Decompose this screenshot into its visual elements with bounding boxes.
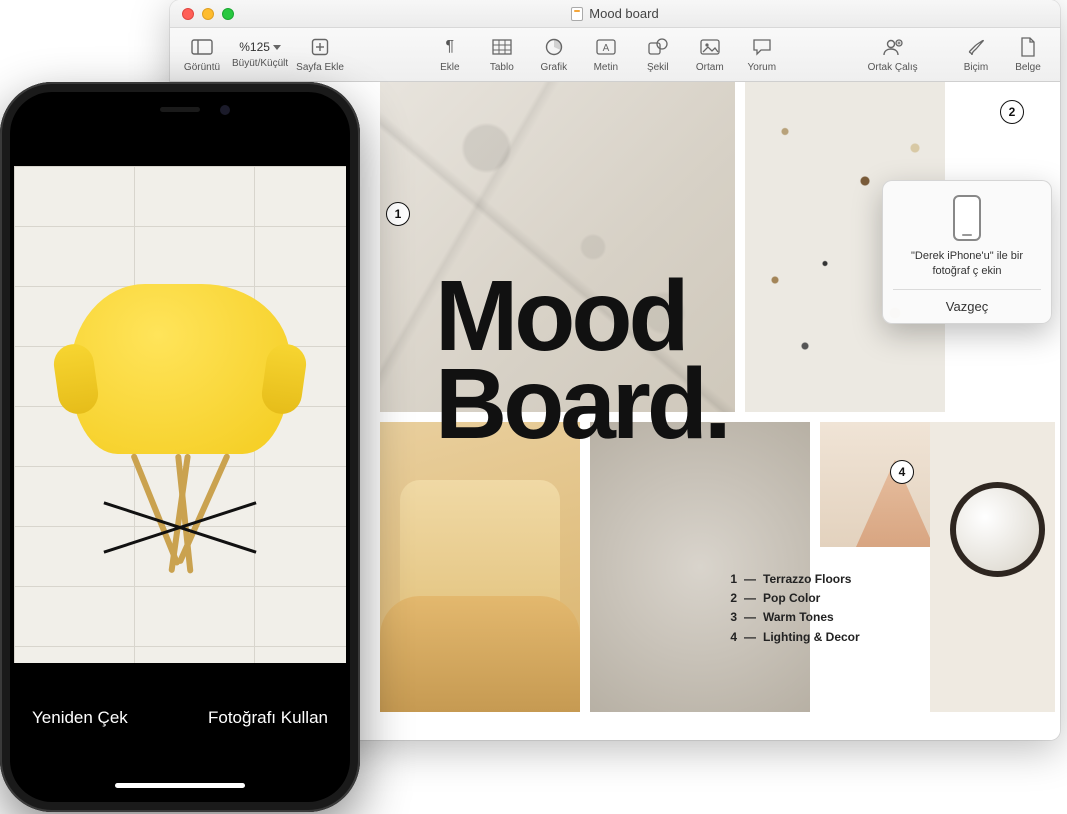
table-button[interactable]: Tablo — [480, 36, 524, 73]
media-button[interactable]: Ortam — [688, 36, 732, 73]
person-add-icon — [882, 36, 904, 58]
text-button[interactable]: A Metin — [584, 36, 628, 73]
comment-icon — [751, 36, 773, 58]
chair-image — [60, 274, 300, 574]
table-label: Tablo — [490, 62, 514, 73]
add-page-button[interactable]: Sayfa Ekle — [296, 36, 344, 73]
brush-icon — [965, 36, 987, 58]
document-icon — [571, 7, 583, 21]
chevron-down-icon — [273, 45, 281, 50]
sidebar-icon — [191, 36, 213, 58]
tile-lamp[interactable] — [820, 422, 940, 547]
toolbar: Görüntü %125 Büyüt/Küçült Sayfa Ekle ¶ E… — [170, 28, 1060, 82]
legend-row: 3—Warm Tones — [725, 608, 860, 627]
callout-badge-1[interactable]: 1 — [386, 202, 410, 226]
legend-row: 4—Lighting & Decor — [725, 628, 860, 647]
collaborate-button[interactable]: Ortak Çalış — [868, 36, 918, 73]
textbox-icon: A — [595, 36, 617, 58]
canvas-heading[interactable]: Mood Board. — [435, 272, 728, 448]
zoom-button[interactable]: %125 Büyüt/Küçült — [232, 36, 288, 73]
add-page-label: Sayfa Ekle — [296, 62, 344, 73]
iphone-icon — [953, 195, 981, 241]
plus-box-icon — [309, 36, 331, 58]
format-button[interactable]: Biçim — [954, 36, 998, 73]
callout-badge-2[interactable]: 2 — [1000, 100, 1024, 124]
heading-line1: Mood — [435, 272, 728, 360]
comment-label: Yorum — [748, 62, 777, 73]
mirror-icon — [950, 482, 1045, 577]
table-icon — [491, 36, 513, 58]
popover-message: "Derek iPhone'u" ile bir fotoğraf ç ekin — [893, 249, 1041, 279]
shape-label: Şekil — [647, 62, 669, 73]
tile-sofa[interactable] — [380, 422, 580, 712]
zoom-label: Büyüt/Küçült — [232, 58, 288, 69]
popover-cancel-button[interactable]: Vazgeç — [893, 289, 1041, 323]
insert-label: Ekle — [440, 62, 459, 73]
window-title-text: Mood board — [589, 6, 658, 21]
heading-line2: Board. — [435, 360, 728, 448]
callout-badge-4[interactable]: 4 — [890, 460, 914, 484]
tile-fur[interactable] — [590, 422, 810, 712]
window-titlebar[interactable]: Mood board — [170, 0, 1060, 28]
retake-button[interactable]: Yeniden Çek — [32, 708, 128, 728]
shape-icon — [647, 36, 669, 58]
iphone-device: Yeniden Çek Fotoğrafı Kullan — [0, 82, 360, 812]
iphone-screen: Yeniden Çek Fotoğrafı Kullan — [14, 96, 346, 798]
camera-controls: Yeniden Çek Fotoğrafı Kullan — [14, 663, 346, 798]
document-label: Belge — [1015, 62, 1041, 73]
tile-mirror[interactable] — [930, 422, 1055, 712]
legend-row: 2—Pop Color — [725, 589, 860, 608]
image-icon — [699, 36, 721, 58]
view-button[interactable]: Görüntü — [180, 36, 224, 73]
minimize-icon[interactable] — [202, 8, 214, 20]
zoom-icon[interactable] — [222, 8, 234, 20]
notch-icon — [100, 96, 260, 124]
text-label: Metin — [594, 62, 618, 73]
use-photo-button[interactable]: Fotoğrafı Kullan — [208, 708, 328, 728]
collaborate-label: Ortak Çalış — [868, 62, 918, 73]
format-label: Biçim — [964, 62, 988, 73]
document-button[interactable]: Belge — [1006, 36, 1050, 73]
legend[interactable]: 1—Terrazzo Floors 2—Pop Color 3—Warm Ton… — [725, 570, 860, 647]
continuity-camera-popover: "Derek iPhone'u" ile bir fotoğraf ç ekin… — [882, 180, 1052, 324]
home-indicator-icon[interactable] — [115, 783, 245, 788]
view-label: Görüntü — [184, 62, 220, 73]
shape-button[interactable]: Şekil — [636, 36, 680, 73]
camera-preview[interactable] — [14, 166, 346, 663]
zoom-value: %125 — [239, 40, 281, 54]
comment-button[interactable]: Yorum — [740, 36, 784, 73]
window-title: Mood board — [170, 6, 1060, 21]
window-controls — [170, 8, 234, 20]
chart-label: Grafik — [540, 62, 567, 73]
legend-row: 1—Terrazzo Floors — [725, 570, 860, 589]
pie-icon — [543, 36, 565, 58]
close-icon[interactable] — [182, 8, 194, 20]
svg-text:A: A — [602, 43, 609, 54]
paragraph-icon: ¶ — [439, 36, 461, 58]
media-label: Ortam — [696, 62, 724, 73]
chart-button[interactable]: Grafik — [532, 36, 576, 73]
insert-button[interactable]: ¶ Ekle — [428, 36, 472, 73]
page-icon — [1017, 36, 1039, 58]
